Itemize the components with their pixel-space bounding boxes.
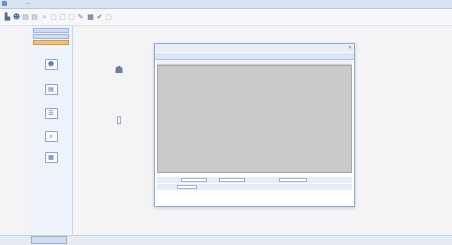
app-icon xyxy=(2,1,7,6)
doc-icon[interactable]: ▤ xyxy=(21,12,30,22)
window-title: — xyxy=(26,1,30,6)
doc-icon[interactable]: ▢ xyxy=(67,12,76,22)
dialog-toolbar xyxy=(155,53,354,60)
users-icon[interactable]: ☻ xyxy=(12,12,21,22)
search-icon[interactable]: ⌕ xyxy=(40,12,49,22)
doc-icon: ▤ xyxy=(44,84,58,95)
grid-icon[interactable]: ▦ xyxy=(86,12,95,22)
filter-field[interactable] xyxy=(279,178,307,182)
filter-field[interactable] xyxy=(177,185,197,189)
dialog-button[interactable] xyxy=(192,195,217,201)
doc-icon[interactable]: ▢ xyxy=(104,12,113,22)
list-icon: ☰ xyxy=(44,108,58,119)
left-navigation-panel: ☻ ▤ ☰ ⌕ ▦ xyxy=(31,26,73,234)
filter-row xyxy=(157,177,352,183)
nav-item[interactable]: ⌕ xyxy=(38,131,64,149)
dialog-button[interactable] xyxy=(242,195,267,201)
grid-icon: ▦ xyxy=(44,152,58,163)
filter-row xyxy=(157,184,352,190)
nav-item[interactable]: ☻ xyxy=(38,59,64,77)
query-dialog: ✕ xyxy=(154,43,355,207)
main-toolbar: ▙ ☻ ▤ ▤ ⌕ ▢ ▢ ▢ ✎ ▦ ✔ ▢ xyxy=(0,9,452,26)
desktop-shortcut[interactable]: ▯ xyxy=(111,116,127,126)
dialog-title-bar: ✕ xyxy=(155,44,354,52)
search-icon: ⌕ xyxy=(44,131,58,142)
edit-icon[interactable]: ✎ xyxy=(76,12,85,22)
nav-group-header-active[interactable] xyxy=(33,40,69,45)
title-bar: — xyxy=(0,0,452,9)
nav-group-header[interactable] xyxy=(33,28,69,33)
print-icon[interactable]: ▙ xyxy=(3,12,12,22)
filter-field[interactable] xyxy=(181,178,207,182)
results-grid[interactable] xyxy=(157,65,352,173)
doc-icon[interactable]: ▤ xyxy=(30,12,39,22)
doc-icon[interactable]: ▢ xyxy=(49,12,58,22)
desktop-shortcut[interactable]: ☗ xyxy=(111,66,127,76)
close-icon[interactable]: ✕ xyxy=(348,45,352,51)
nav-group-header[interactable] xyxy=(33,34,69,39)
person-icon: ☗ xyxy=(114,65,124,76)
filter-field[interactable] xyxy=(219,178,245,182)
users-icon: ☻ xyxy=(44,59,58,70)
doc-icon: ▯ xyxy=(116,115,122,126)
nav-item[interactable]: ☰ xyxy=(38,108,64,126)
status-active-tab[interactable] xyxy=(31,236,67,244)
doc-icon[interactable]: ▢ xyxy=(58,12,67,22)
dialog-button[interactable] xyxy=(293,195,318,201)
check-icon[interactable]: ✔ xyxy=(95,12,104,22)
nav-item[interactable]: ▤ xyxy=(38,84,64,102)
nav-item[interactable]: ▦ xyxy=(38,152,64,170)
